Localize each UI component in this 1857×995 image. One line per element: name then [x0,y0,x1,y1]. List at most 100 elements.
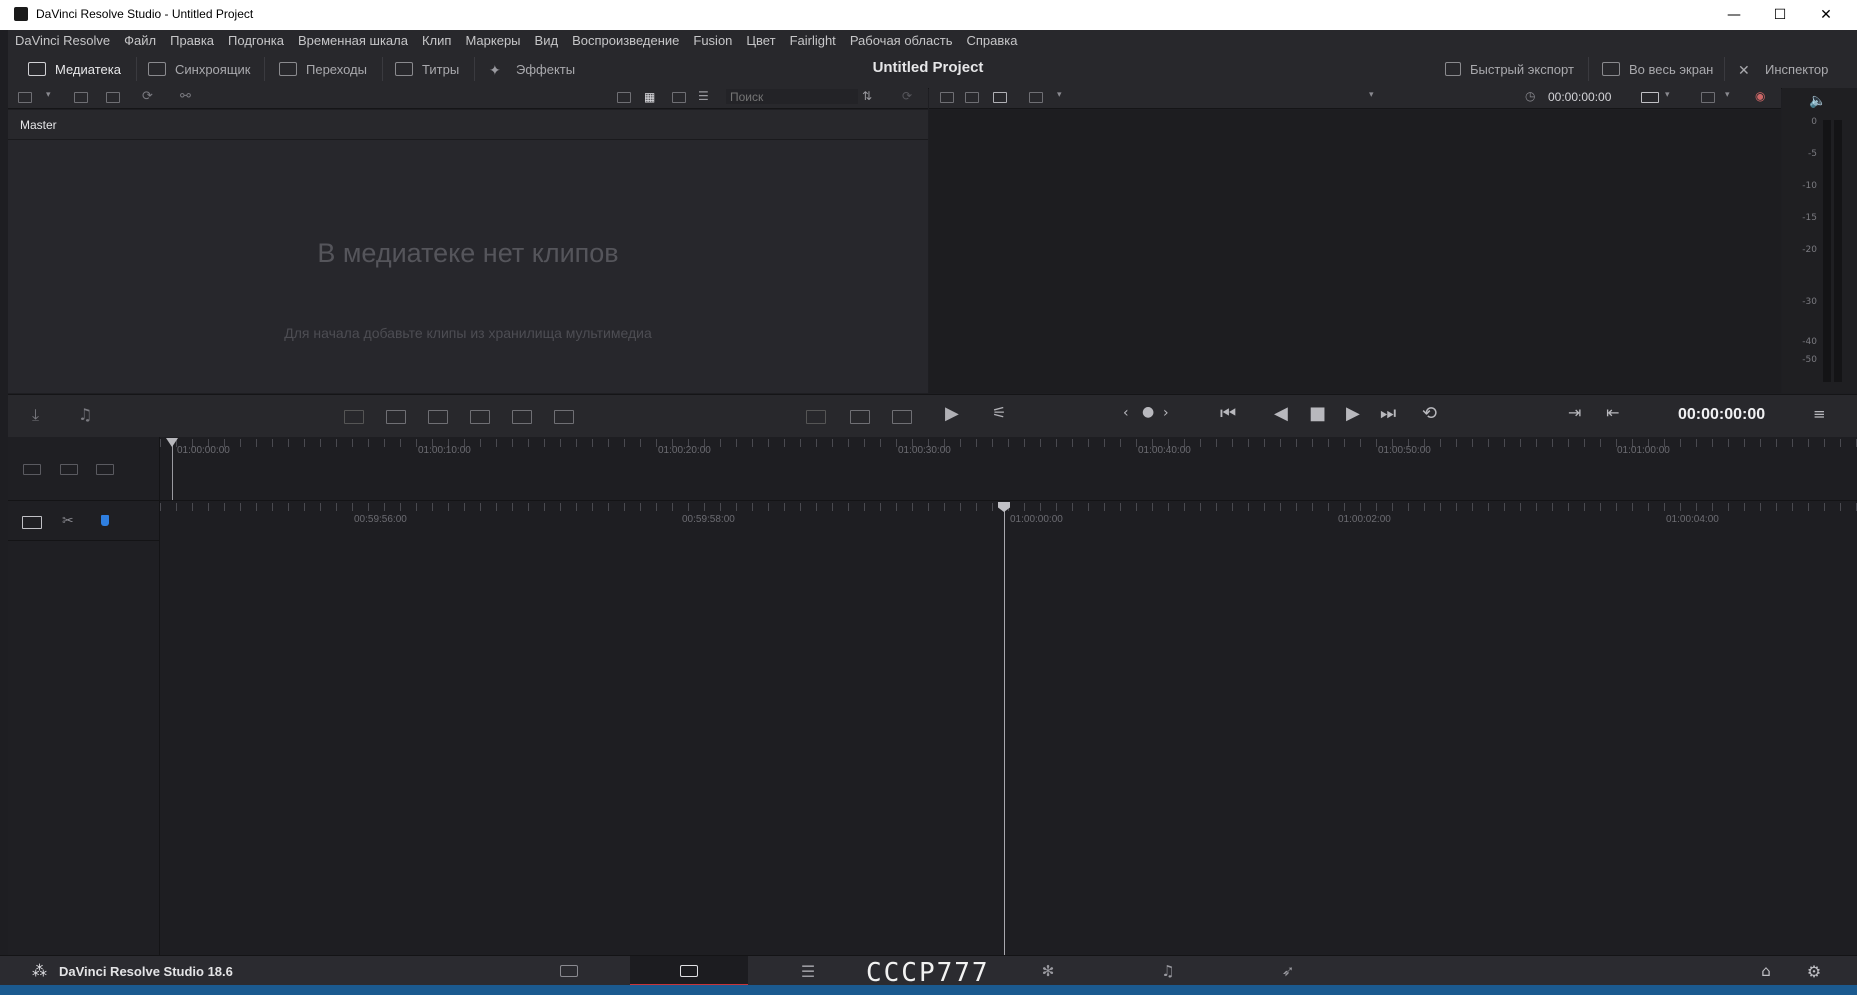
menu-davinci[interactable]: DaVinci Resolve [15,33,110,48]
stop-icon[interactable]: ■ [1309,403,1326,424]
color-options-icon[interactable]: ◉ [1755,89,1765,103]
inspector-button[interactable]: ✕ Инспектор [1738,59,1828,79]
track-height-icon[interactable] [60,464,78,475]
close-up-icon[interactable] [470,410,490,424]
append-icon[interactable] [386,410,406,424]
quick-export-label: Быстрый экспорт [1470,61,1574,77]
page-fairlight-button[interactable]: ♫ [1144,960,1192,982]
quick-export-button[interactable]: Быстрый экспорт [1445,59,1574,79]
ripple-overwrite-icon[interactable] [428,410,448,424]
menu-view[interactable]: Вид [535,33,559,48]
prev-marker-icon[interactable]: ‹ [1123,405,1129,421]
meter-label: -20 [1802,245,1817,255]
edit-overlay-icon[interactable]: ▶ [945,403,959,424]
speaker-icon[interactable]: 🔈 [1809,93,1826,109]
snapping-icon[interactable] [22,516,42,529]
flag-icon[interactable] [101,515,109,526]
metadata-view-icon[interactable] [617,92,631,103]
viewer-timecode[interactable]: 00:00:00:00 [1548,90,1611,104]
upper-playhead[interactable] [172,438,173,500]
menu-playback[interactable]: Воспроизведение [572,33,679,48]
page-edit-button[interactable]: ☰ [784,960,832,982]
smart-insert-icon[interactable] [344,410,364,424]
menu-fairlight[interactable]: Fairlight [790,33,836,48]
timeline-viewer-icon[interactable] [965,92,979,103]
page-cut-button[interactable] [630,956,748,986]
refresh-icon[interactable]: ⟳ [142,89,153,104]
reverse-play-icon[interactable]: ◀ [1274,403,1288,424]
menu-color[interactable]: Цвет [746,33,775,48]
new-bin-icon[interactable] [74,92,88,103]
empty-hint: Для начала добавьте клипы из хранилища м… [284,325,652,341]
play-icon[interactable]: ▶ [1346,403,1360,424]
bin-master[interactable]: Master [20,118,57,132]
menu-edit[interactable]: Правка [170,33,214,48]
next-edit-icon[interactable]: ⇥ [1568,403,1581,422]
loop-icon[interactable]: ⟲ [1422,403,1437,424]
ruler-label: 01:00:00:00 [177,445,230,456]
chevron-down-icon[interactable]: ▾ [1725,90,1730,100]
sync-icon[interactable]: ⟳ [902,89,912,103]
list-view-icon[interactable]: ☰ [698,89,709,103]
chevron-down-icon[interactable]: ▾ [1665,90,1670,100]
window-title: DaVinci Resolve Studio - Untitled Projec… [36,7,254,21]
audio-waveform-icon[interactable] [892,410,912,424]
clip-view-icon[interactable] [850,410,870,424]
project-manager-button[interactable]: ⌂ [1742,960,1790,982]
close-button[interactable]: ✕ [1803,0,1849,30]
sidebar-toggle-icon[interactable] [18,92,32,103]
chevron-down-icon[interactable]: ▾ [46,90,51,100]
new-smart-bin-icon[interactable] [106,92,120,103]
menu-help[interactable]: Справка [966,33,1017,48]
chevron-down-icon[interactable]: ▾ [1057,90,1062,100]
timeline-view-options-icon[interactable] [23,464,41,475]
safe-area-icon[interactable] [1029,92,1043,103]
blade-icon[interactable]: ✂ [62,513,74,529]
source-viewer-icon[interactable] [940,92,954,103]
import-audio-icon[interactable]: ♫ [78,405,92,424]
menu-clip[interactable]: Клип [422,33,451,48]
settings-button[interactable]: ⚙ [1790,960,1838,982]
go-to-end-icon[interactable]: ⏭ [1380,403,1396,424]
lower-timeline[interactable] [8,501,1857,955]
dual-viewer-icon[interactable] [993,92,1007,103]
import-media-icon[interactable]: ⤓ [32,405,39,425]
menu-markers[interactable]: Маркеры [465,33,520,48]
menu-fusion[interactable]: Fusion [693,33,732,48]
prev-edit-icon[interactable]: ⇤ [1606,403,1619,422]
place-on-top-icon[interactable] [512,410,532,424]
playhead-timecode[interactable]: 00:00:00:00 [1678,406,1765,424]
menu-file[interactable]: Файл [124,33,156,48]
maximize-button[interactable]: ☐ [1757,0,1803,30]
filmstrip-view-icon[interactable] [672,92,686,103]
sort-icon[interactable]: ⇅ [862,89,872,103]
fullscreen-button[interactable]: Во весь экран [1602,59,1713,79]
page-deliver-button[interactable]: ➶ [1264,960,1312,982]
unlink-icon[interactable]: ⚯ [180,89,191,104]
marker-dot-icon[interactable]: ● [1142,404,1154,420]
zoom-fit-icon[interactable] [1701,92,1715,103]
thumbnail-view-icon[interactable]: ▦ [644,90,655,104]
menu-timeline[interactable]: Временная шкала [298,33,408,48]
page-media-button[interactable] [545,960,593,982]
viewer-toolbar: ▾ ▾ ◷ 00:00:00:00 ▾ ▾ ◉ [929,87,1781,109]
next-marker-icon[interactable]: › [1163,405,1169,421]
page-color-button[interactable]: ✻ [1024,960,1072,982]
zoom-icon[interactable] [96,464,114,475]
source-overwrite-icon[interactable] [554,410,574,424]
playhead-line[interactable] [1004,503,1005,955]
clip-dropdown-chevron-icon[interactable]: ▾ [1369,90,1374,100]
go-to-start-icon[interactable]: ⏮ [1220,403,1236,424]
ruler-label: 01:00:50:00 [1378,445,1431,456]
timeline-viewer[interactable] [929,110,1781,393]
minimize-button[interactable]: — [1711,0,1757,30]
search-input[interactable] [726,89,858,104]
menu-workspace[interactable]: Рабочая область [850,33,953,48]
playback-resolution-icon[interactable] [1641,92,1659,103]
menu-icon[interactable]: ≡ [1813,405,1826,423]
edit-page-icon: ☰ [800,961,816,981]
sliders-icon[interactable]: ⚟ [992,403,1006,422]
timeline-options-icon[interactable] [806,410,826,424]
ruler-label: 01:00:40:00 [1138,445,1191,456]
menu-trim[interactable]: Подгонка [228,33,284,48]
